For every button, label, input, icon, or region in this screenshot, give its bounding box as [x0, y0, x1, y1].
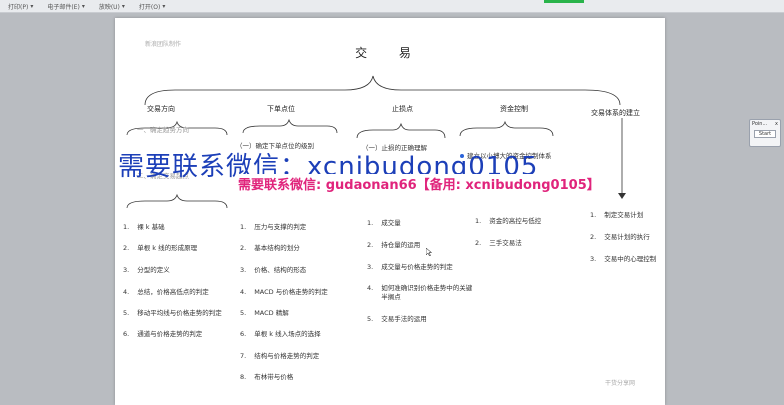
- list-item: 2. 三手交易法: [475, 239, 522, 247]
- list-item: 5. 交易手法的运用: [367, 315, 427, 323]
- list-item: 4. 如何准确识别价格走势中的关键半搁点: [367, 284, 473, 301]
- top-brace: [144, 75, 621, 106]
- list-item: 3. 分型的定义: [123, 266, 170, 274]
- col-header-direction: 交易方向: [147, 105, 175, 113]
- list-item: 8. 布林带与价格: [240, 373, 294, 381]
- col4-brace: [459, 120, 554, 137]
- print-menu[interactable]: 打印(P) ▾: [8, 2, 33, 11]
- print-label: 打印(P): [8, 3, 29, 11]
- list-item: 1. 裸 k 基础: [123, 223, 165, 231]
- list-item: 1. 资金的高控与低控: [475, 217, 542, 225]
- slide-page: 新浪团队制作 交 易 交易方向 下单点位 止损点 资金控制 交易体系的建立 一、…: [115, 18, 665, 405]
- show-menu[interactable]: 放映(U) ▾: [99, 2, 125, 11]
- list-item: 6. 通道与价格走势的判定: [123, 330, 203, 338]
- list-item: 6. 单根 k 线入场点的选择: [240, 330, 321, 338]
- chevron-down-icon: ▾: [81, 2, 85, 10]
- open-menu[interactable]: 打开(O) ▾: [139, 2, 165, 11]
- list-item: 3. 交易中的心理控制: [590, 255, 657, 263]
- contact-overlay-banner: 需要联系微信: gudaonan66【备用: xcnibudong0105】: [236, 174, 602, 193]
- progress-accent: [544, 0, 584, 3]
- mouse-cursor-icon: [426, 248, 432, 256]
- show-label: 放映(U): [98, 3, 120, 11]
- list-item: 2. 单根 k 线的形成原理: [123, 244, 198, 252]
- col2-brace: [242, 118, 338, 134]
- chevron-down-icon: ▾: [162, 2, 166, 10]
- col1-brace-2: [126, 193, 228, 209]
- list-item: 2. 交易计划的执行: [590, 233, 650, 241]
- col3-brace: [356, 122, 446, 139]
- col-header-capital: 资金控制: [500, 105, 528, 113]
- col5-arrow-head: [618, 193, 626, 199]
- list-item: 1. 成交量: [367, 219, 401, 227]
- brace-lines: [126, 75, 626, 209]
- list-item: 1. 制定交易计划: [590, 211, 644, 219]
- open-label: 打开(O): [138, 3, 161, 11]
- viewer-toolbar: 打印(P) ▾ 电子邮件(E) ▾ 放映(U) ▾ 打开(O) ▾: [0, 0, 784, 13]
- list-item: 5. 移动平均线与价格走势的判定: [123, 309, 222, 317]
- close-icon[interactable]: x: [775, 121, 778, 127]
- col-header-entry: 下单点位: [267, 105, 295, 113]
- col-header-stoploss: 止损点: [392, 105, 413, 113]
- chevron-down-icon: ▾: [30, 2, 34, 10]
- list-item: 4. 总结，价格高低点的判定: [123, 288, 209, 296]
- email-menu[interactable]: 电子邮件(E) ▾: [47, 2, 85, 11]
- list-item: 3. 成交量与价格走势的判定: [367, 263, 453, 271]
- sub-trend-direction: 一、确定趋势方向: [137, 126, 189, 134]
- start-button[interactable]: Start: [754, 130, 776, 138]
- email-label: 电子邮件(E): [47, 3, 80, 11]
- list-item: 7. 结构与价格走势的判定: [240, 352, 320, 360]
- list-item: 1. 压力与支撑的判定: [240, 223, 307, 231]
- list-item: 5. MACD 精解: [240, 309, 289, 317]
- watermark-bottom: 干货分享网: [604, 380, 635, 387]
- list-item: 4. MACD 与价格走势的判定: [240, 288, 328, 296]
- list-item: 3. 价格、结构的形态: [240, 266, 307, 274]
- col-header-system: 交易体系的建立: [591, 109, 640, 117]
- pointer-panel-title: Poin...: [752, 121, 768, 127]
- chevron-down-icon: ▾: [121, 2, 125, 10]
- pointer-panel: Poin... x Start: [749, 119, 781, 147]
- list-item: 2. 基本结构的划分: [240, 244, 300, 252]
- list-item: 2. 持仓量的运用: [367, 241, 421, 249]
